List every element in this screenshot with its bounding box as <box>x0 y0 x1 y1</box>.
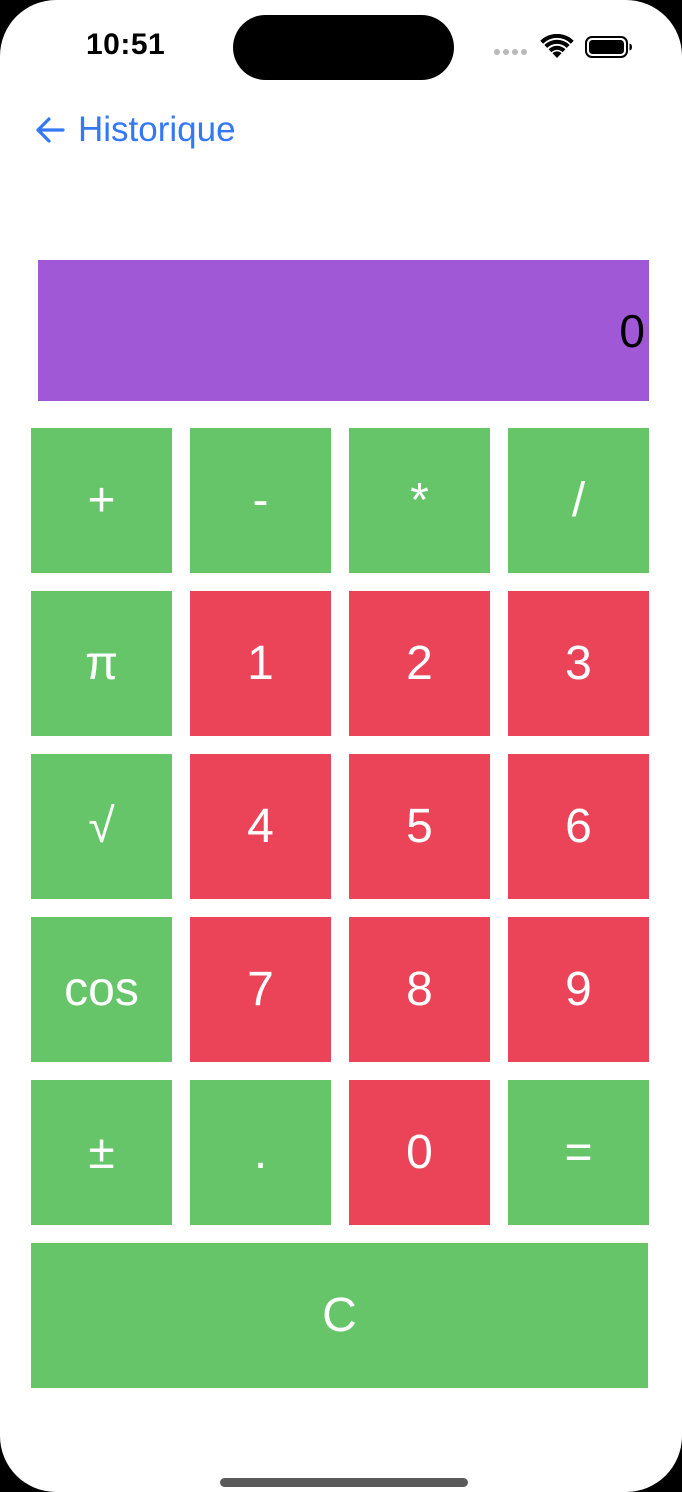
key-sqrt[interactable]: √ <box>31 754 172 899</box>
arrow-left-icon <box>36 117 65 143</box>
key-plus[interactable]: + <box>31 428 172 573</box>
key-multiply[interactable]: * <box>349 428 490 573</box>
key-pi[interactable]: π <box>31 591 172 736</box>
key-decimal[interactable]: . <box>190 1080 331 1225</box>
key-6[interactable]: 6 <box>508 754 649 899</box>
calculator-display: 0 <box>38 260 649 401</box>
key-equals[interactable]: = <box>508 1080 649 1225</box>
calculator-screen: 10:51 Historique 0 + - * / π 1 2 3 √ 4 5… <box>0 0 682 1492</box>
key-2[interactable]: 2 <box>349 591 490 736</box>
cellular-signal-icon <box>494 49 530 57</box>
back-button[interactable]: Historique <box>34 106 236 154</box>
key-cos[interactable]: cos <box>31 917 172 1062</box>
key-5[interactable]: 5 <box>349 754 490 899</box>
key-1[interactable]: 1 <box>190 591 331 736</box>
key-plus-minus[interactable]: ± <box>31 1080 172 1225</box>
battery-icon <box>585 36 632 58</box>
home-indicator[interactable] <box>220 1478 468 1487</box>
back-label: Historique <box>78 110 236 149</box>
key-divide[interactable]: / <box>508 428 649 573</box>
key-9[interactable]: 9 <box>508 917 649 1062</box>
dynamic-island <box>233 15 454 80</box>
key-3[interactable]: 3 <box>508 591 649 736</box>
key-8[interactable]: 8 <box>349 917 490 1062</box>
key-4[interactable]: 4 <box>190 754 331 899</box>
display-value: 0 <box>619 304 645 357</box>
key-7[interactable]: 7 <box>190 917 331 1062</box>
key-minus[interactable]: - <box>190 428 331 573</box>
status-time: 10:51 <box>86 28 166 61</box>
wifi-icon <box>540 34 574 58</box>
key-0[interactable]: 0 <box>349 1080 490 1225</box>
key-clear[interactable]: C <box>31 1243 648 1388</box>
